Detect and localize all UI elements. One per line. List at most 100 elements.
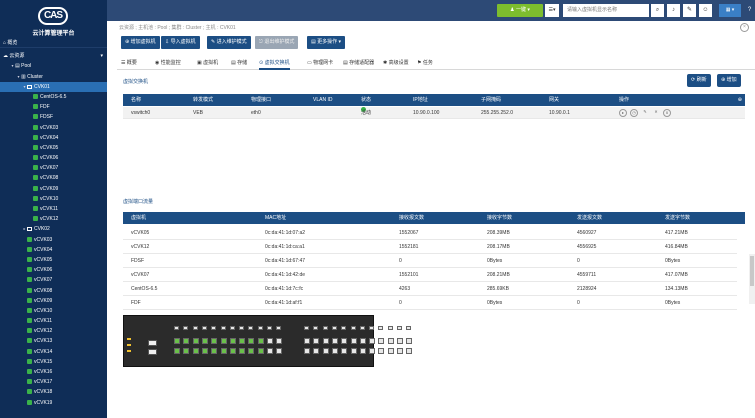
- tab-vm[interactable]: ▣ 虚拟机: [197, 57, 218, 70]
- refresh-button[interactable]: ⟳ 刷新: [687, 74, 711, 87]
- quick-action-button[interactable]: ♟ 一键 ▾: [497, 4, 543, 17]
- info-icon[interactable]: ℹ: [663, 109, 671, 117]
- tree-item-cluster[interactable]: ▾ ▥ Cluster: [0, 72, 107, 82]
- table-row[interactable]: vCVK05 0c:da:41:1d:07:a2 1552067 208.39MB 45…: [123, 226, 737, 240]
- tree-item-vm[interactable]: vCVK03: [0, 235, 107, 245]
- tab-adapter[interactable]: ▤ 存储适配器: [343, 57, 374, 70]
- tab-switch[interactable]: ⊙ 虚拟交换机: [259, 57, 290, 70]
- tree-item-vm[interactable]: FDSF: [0, 112, 107, 122]
- switch-port: [174, 348, 180, 354]
- tree-item-vm[interactable]: vCVK15: [0, 357, 107, 367]
- search-icon[interactable]: ⌕: [651, 4, 664, 17]
- user-icon[interactable]: ☺: [699, 4, 712, 17]
- tree-item-vm[interactable]: vCVK16: [0, 367, 107, 377]
- tree-item-vm[interactable]: vCVK09: [0, 184, 107, 194]
- play-icon[interactable]: ▸: [619, 109, 627, 117]
- tree-item-vm[interactable]: vCVK11: [0, 316, 107, 326]
- action-button-3[interactable]: ⎋ 退出维护模式: [255, 36, 299, 49]
- sidebar-item-cloud-resource[interactable]: ☁ 云资源 ▾: [0, 51, 107, 61]
- switch-port: [201, 338, 208, 344]
- switch-port: [257, 326, 263, 330]
- tree-item-pool[interactable]: ▾ ▤ Pool: [0, 61, 107, 71]
- cell-rx_bytes: 208.21MB: [487, 272, 510, 278]
- sidebar-item-overview[interactable]: ⌂ 概览: [0, 38, 107, 49]
- vm-running-icon: [27, 307, 32, 313]
- switch-port: [174, 338, 180, 344]
- tree-item-vm[interactable]: vCVK13: [0, 336, 107, 346]
- table-row[interactable]: CentOS-6.5 0c:da:41:1d:7c:fc 4263 285.69KB 2…: [123, 282, 737, 296]
- tree-item-vm[interactable]: vCVK07: [0, 275, 107, 285]
- action-button-2[interactable]: ✎ 进入维护模式: [207, 36, 251, 49]
- table-row[interactable]: FDSF 0c:da:41:1d:67:47 0 0Bytes 0 0Bytes: [123, 254, 737, 268]
- tree-item-vm[interactable]: vCVK09: [0, 296, 107, 306]
- action-button-0[interactable]: ⊕ 增加虚拟机: [121, 36, 160, 49]
- tree-item-vm[interactable]: vCVK10: [0, 306, 107, 316]
- tree-item-vm[interactable]: vCVK17: [0, 377, 107, 387]
- tree-item-vm[interactable]: vCVK07: [0, 163, 107, 173]
- tree-item-vm[interactable]: CentOS-6.5: [0, 92, 107, 102]
- switch-port: [350, 348, 357, 354]
- tab-gear[interactable]: ✱ 高级设置: [383, 57, 409, 70]
- switch-port: [248, 348, 255, 354]
- layout-dropdown-button[interactable]: ▦ ▾: [719, 4, 741, 17]
- edit-icon[interactable]: ✎: [641, 109, 649, 117]
- tree-item-host[interactable]: ▾ CVK01: [0, 81, 107, 92]
- vm-running-icon: [33, 175, 38, 181]
- table-row[interactable]: FDF 0c:da:41:1d:af:f1 0 0Bytes 0 0Bytes: [123, 296, 737, 310]
- tree-item-vm[interactable]: vCVK06: [0, 153, 107, 163]
- cell-rx_pkts: 0: [399, 258, 402, 264]
- tree-item-vm[interactable]: vCVK05: [0, 255, 107, 265]
- add-vswitch-button[interactable]: ⊕ 增加: [717, 74, 741, 87]
- switch-port: [350, 326, 356, 330]
- tab-task[interactable]: ⚑ 任务: [417, 57, 433, 70]
- tree-item-vm[interactable]: vCVK06: [0, 265, 107, 275]
- chevron-down-icon[interactable]: ▾: [100, 51, 103, 61]
- tree-item-vm[interactable]: FDF: [0, 102, 107, 112]
- close-icon[interactable]: ×: [740, 23, 749, 32]
- settings-icon[interactable]: ⊕: [738, 94, 742, 106]
- tree-item-host[interactable]: ▸ CVK02: [0, 224, 107, 234]
- tab-nic[interactable]: ▭ 物理网卡: [307, 57, 333, 70]
- table-row[interactable]: vCVK07 0c:da:41:1d:42:de 1552101 208.21MB 45…: [123, 268, 737, 282]
- tab-chart[interactable]: ◉ 性能监控: [155, 57, 181, 70]
- cell-rx_bytes: 285.69KB: [487, 286, 509, 292]
- tree-item-vm[interactable]: vCVK12: [0, 326, 107, 336]
- tree-item-vm[interactable]: vCVK10: [0, 194, 107, 204]
- tree-item-vm[interactable]: vCVK05: [0, 143, 107, 153]
- tab-storage[interactable]: ▤ 存储: [231, 57, 247, 70]
- vm-running-icon: [33, 144, 38, 150]
- wrench-icon[interactable]: ✎: [683, 4, 696, 17]
- switch-port: [369, 338, 376, 344]
- tree-item-vm[interactable]: vCVK03: [0, 123, 107, 133]
- cell-tx_bytes: 134.13MB: [665, 286, 688, 292]
- tree-item-vm[interactable]: vCVK04: [0, 245, 107, 255]
- vm-search-input[interactable]: [563, 4, 649, 17]
- tree-item-vm[interactable]: vCVK14: [0, 347, 107, 357]
- clock-icon[interactable]: ◷: [630, 109, 638, 117]
- table-row[interactable]: vCVK12 0c:da:41:1d:ca:a1 1552181 208.17MB 45…: [123, 240, 737, 254]
- switch-port: [341, 338, 348, 344]
- tree-item-vm[interactable]: vCVK08: [0, 286, 107, 296]
- scrollbar-thumb[interactable]: [750, 256, 754, 286]
- menu-dropdown-button[interactable]: ☰▾: [545, 4, 559, 17]
- switch-port: [248, 326, 254, 330]
- help-icon[interactable]: ?: [743, 4, 755, 17]
- traffic-table-scrollbar[interactable]: [749, 254, 755, 304]
- tree-item-vm[interactable]: vCVK08: [0, 173, 107, 183]
- tree-item-vm[interactable]: vCVK12: [0, 214, 107, 224]
- tree-item-vm[interactable]: vCVK04: [0, 133, 107, 143]
- tree-item-vm[interactable]: vCVK11: [0, 204, 107, 214]
- action-button-1[interactable]: ⇩ 导入虚拟机: [161, 36, 200, 49]
- tree-item-vm[interactable]: vCVK18: [0, 387, 107, 397]
- tree-item-vm[interactable]: vCVK19: [0, 398, 107, 408]
- bell-icon[interactable]: ♪: [667, 4, 680, 17]
- action-button-4[interactable]: ▤ 更多操作 ▾: [307, 36, 346, 49]
- switch-port: [174, 326, 179, 330]
- tab-list[interactable]: ☰ 概要: [121, 57, 137, 70]
- table-row[interactable]: vswitch0 VEB eth0 活动 10.90.0.100 255.255.252.…: [123, 107, 745, 119]
- logo: CAS 云计算管理平台: [0, 0, 107, 38]
- delete-icon[interactable]: ✕: [652, 109, 660, 117]
- switch-port: [239, 348, 246, 354]
- cell-tx_pkts: 2128924: [577, 286, 597, 292]
- switch-port: [397, 326, 402, 330]
